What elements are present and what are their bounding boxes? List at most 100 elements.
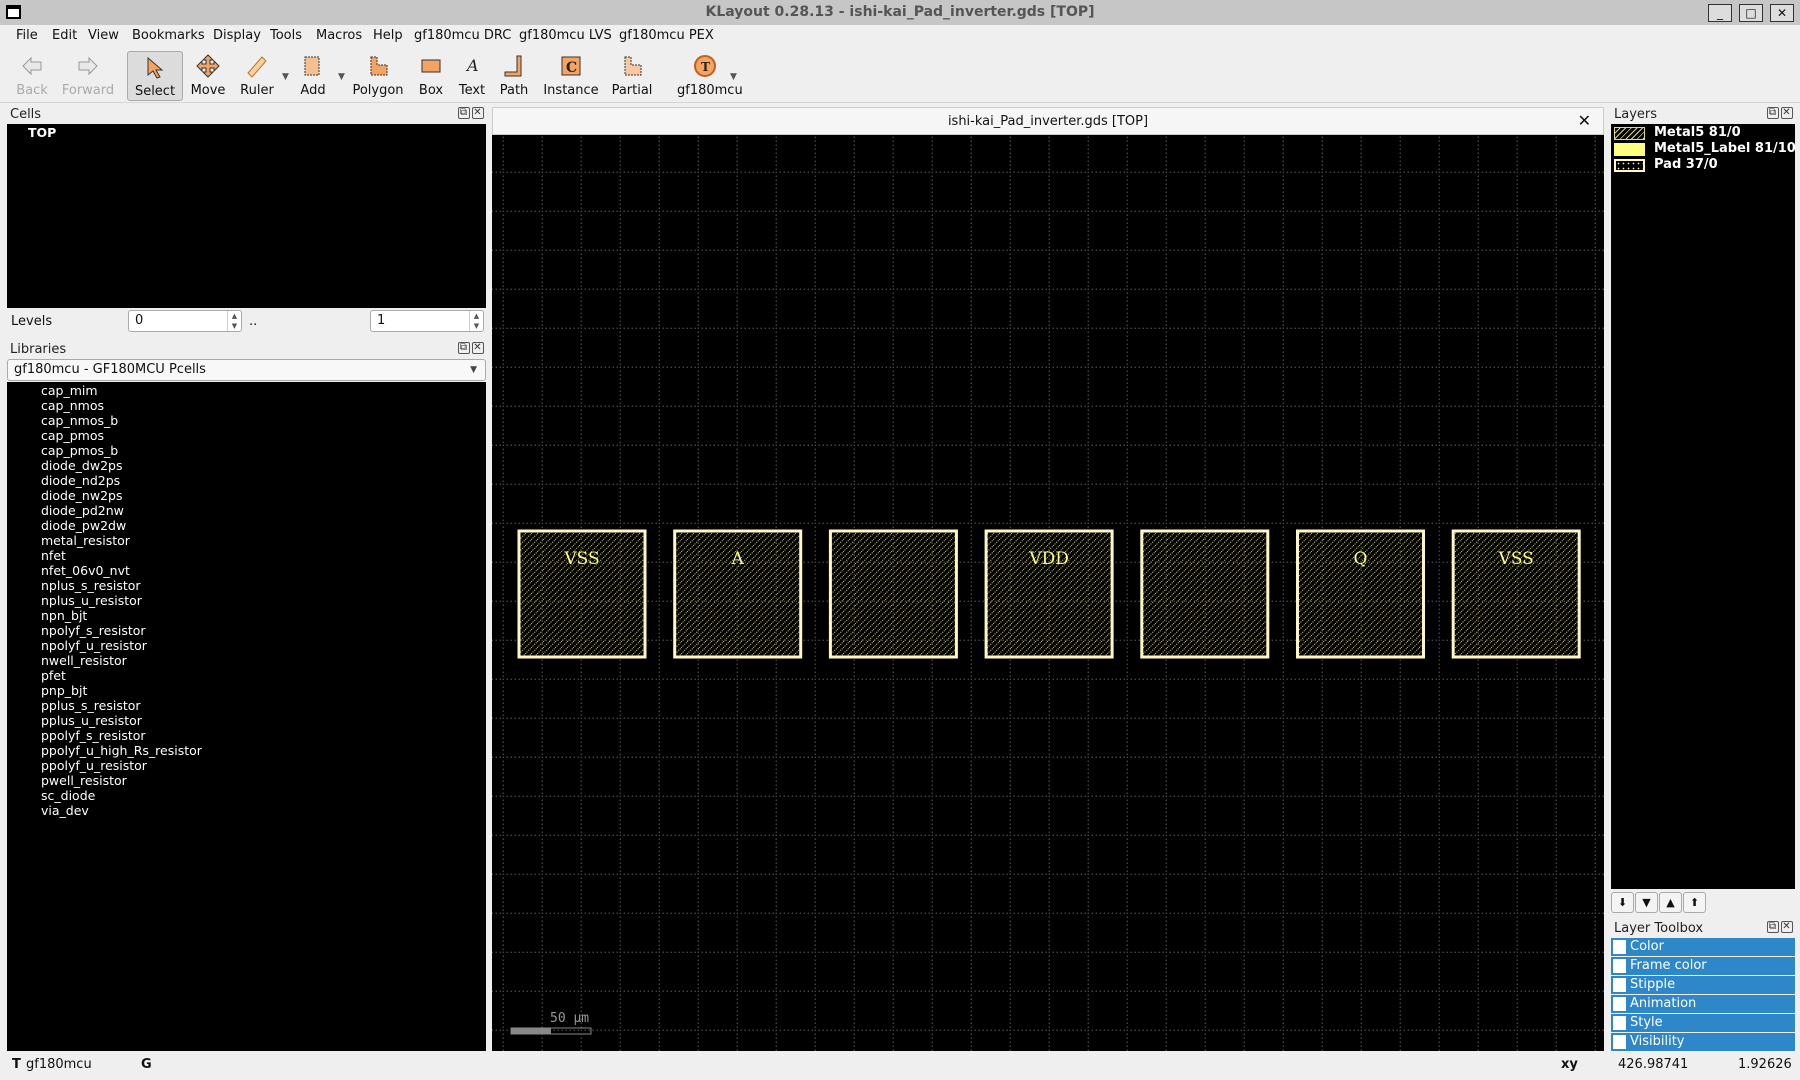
expand-checkbox[interactable]	[1613, 940, 1626, 954]
library-item[interactable]: npn_bjt	[41, 608, 87, 623]
close-icon[interactable]: ✕	[472, 107, 484, 119]
spin-arrows-icon[interactable]: ▲ ▼	[469, 311, 483, 331]
expand-checkbox[interactable]	[1613, 1016, 1626, 1030]
toolbox-visibility[interactable]: Visibility	[1611, 1033, 1795, 1051]
library-item[interactable]: cap_pmos	[41, 428, 104, 443]
library-item[interactable]: diode_nw2ps	[41, 488, 122, 503]
instance-tool-button[interactable]: C Instance	[543, 51, 599, 101]
menu-gf180mcu-lvs[interactable]: gf180mcu LVS	[519, 28, 612, 43]
library-item[interactable]: pplus_s_resistor	[41, 698, 141, 713]
library-item[interactable]: npolyf_s_resistor	[41, 623, 146, 638]
add-tool-button[interactable]: Add	[285, 51, 341, 101]
level-from-spinbox[interactable]: 0 ▲ ▼	[128, 310, 242, 332]
expand-checkbox[interactable]	[1613, 978, 1626, 992]
view-tab[interactable]: ishi-kai_Pad_inverter.gds [TOP] ✕	[492, 107, 1604, 135]
expand-checkbox[interactable]	[1613, 1035, 1626, 1049]
cell-item-top[interactable]: TOP	[28, 125, 56, 140]
menu-edit[interactable]: Edit	[52, 28, 77, 43]
close-icon[interactable]: ✕	[1781, 107, 1793, 119]
pad-a[interactable]: A	[673, 529, 803, 659]
library-item[interactable]: cap_nmos	[41, 398, 104, 413]
menu-gf180mcu-pex[interactable]: gf180mcu PEX	[619, 28, 714, 43]
menu-file[interactable]: File	[16, 28, 38, 43]
library-item[interactable]: cap_mim	[41, 383, 98, 398]
library-item[interactable]: diode_pd2nw	[41, 503, 124, 518]
menu-gf180mcu-drc[interactable]: gf180mcu DRC	[414, 28, 511, 43]
library-item[interactable]: nplus_s_resistor	[41, 578, 141, 593]
library-item[interactable]: npolyf_u_resistor	[41, 638, 147, 653]
library-item[interactable]: cap_nmos_b	[41, 413, 118, 428]
layer-list[interactable]	[1611, 124, 1795, 889]
float-icon[interactable]: ⧉	[458, 107, 470, 119]
pad-vss[interactable]: VSS	[1451, 529, 1581, 659]
library-item[interactable]: diode_dw2ps	[41, 458, 123, 473]
library-item[interactable]: nwell_resistor	[41, 653, 127, 668]
layout-canvas[interactable]: VSS A VDD Q VSS 50 µm	[492, 135, 1604, 1051]
minimize-button[interactable]: _	[1708, 4, 1732, 22]
scale-bar-label: 50 µm	[550, 1011, 590, 1026]
library-item[interactable]: pplus_u_resistor	[41, 713, 142, 728]
toolbox-style[interactable]: Style	[1611, 1014, 1795, 1032]
toolbox-frame-color[interactable]: Frame color	[1611, 957, 1795, 975]
dropdown-arrow-icon[interactable]: ▼	[338, 72, 345, 82]
close-icon[interactable]: ✕	[1781, 921, 1793, 933]
ruler-tool-button[interactable]: Ruler	[229, 51, 285, 101]
path-tool-button[interactable]: Path	[486, 51, 542, 101]
library-item[interactable]: nplus_u_resistor	[41, 593, 142, 608]
move-to-bottom-button[interactable]: ⬇	[1611, 892, 1634, 913]
pad-vdd[interactable]: VDD	[984, 529, 1114, 659]
menu-display[interactable]: Display	[213, 28, 261, 43]
library-item[interactable]: pwell_resistor	[41, 773, 127, 788]
float-icon[interactable]: ⧉	[1767, 107, 1779, 119]
float-icon[interactable]: ⧉	[458, 342, 470, 354]
library-item[interactable]: diode_pw2dw	[41, 518, 126, 533]
menu-bookmarks[interactable]: Bookmarks	[132, 28, 205, 43]
library-item[interactable]: ppolyf_u_resistor	[41, 758, 147, 773]
library-item[interactable]: pnp_bjt	[41, 683, 87, 698]
back-tool-button[interactable]: Back	[4, 51, 60, 101]
maximize-button[interactable]: □	[1739, 4, 1763, 22]
spin-arrows-icon[interactable]: ▲ ▼	[227, 311, 241, 331]
library-item[interactable]: ppolyf_u_high_Rs_resistor	[41, 743, 202, 758]
move-tool-button[interactable]: Move	[180, 51, 236, 101]
toolbox-stipple[interactable]: Stipple	[1611, 976, 1795, 994]
level-to-spinbox[interactable]: 1 ▲ ▼	[370, 310, 484, 332]
close-view-icon[interactable]: ✕	[1578, 111, 1591, 130]
library-item[interactable]: nfet_06v0_nvt	[41, 563, 130, 578]
pad-unlabeled[interactable]	[828, 529, 958, 659]
polygon-tool-button[interactable]: Polygon	[350, 51, 406, 101]
gf180mcu-tool-button[interactable]: Tgf180mcu	[677, 51, 743, 101]
library-item[interactable]: diode_nd2ps	[41, 473, 120, 488]
pad-q[interactable]: Q	[1296, 529, 1425, 659]
library-item[interactable]: sc_diode	[41, 788, 95, 803]
partial-tool-button[interactable]: Partial	[604, 51, 660, 101]
library-item[interactable]: ppolyf_s_resistor	[41, 728, 146, 743]
close-icon[interactable]: ✕	[472, 342, 484, 354]
toolbox-animation[interactable]: Animation	[1611, 995, 1795, 1013]
move-down-button[interactable]: ▼	[1635, 892, 1658, 913]
menu-tools[interactable]: Tools	[270, 28, 302, 43]
pad-unlabeled[interactable]	[1140, 529, 1270, 659]
library-select[interactable]: gf180mcu - GF180MCU Pcells ▼	[7, 359, 486, 381]
select-tool-button[interactable]: Select	[127, 51, 183, 101]
cell-tree[interactable]: TOP	[7, 124, 486, 308]
library-item[interactable]: pfet	[41, 668, 66, 683]
float-icon[interactable]: ⧉	[1767, 921, 1779, 933]
pad-vss[interactable]: VSS	[517, 529, 647, 659]
expand-checkbox[interactable]	[1613, 997, 1626, 1011]
menu-help[interactable]: Help	[373, 28, 403, 43]
dropdown-arrow-icon[interactable]: ▼	[730, 72, 737, 82]
menu-macros[interactable]: Macros	[316, 28, 362, 43]
library-item[interactable]: nfet	[41, 548, 66, 563]
library-item[interactable]: cap_pmos_b	[41, 443, 118, 458]
library-item[interactable]: metal_resistor	[41, 533, 130, 548]
expand-checkbox[interactable]	[1613, 959, 1626, 973]
menu-view[interactable]: View	[88, 28, 119, 43]
close-button[interactable]: ✕	[1770, 4, 1794, 22]
move-to-top-button[interactable]: ⬆	[1683, 892, 1706, 913]
forward-tool-button[interactable]: Forward	[60, 51, 116, 101]
move-up-button[interactable]: ▲	[1659, 892, 1682, 913]
library-item[interactable]: via_dev	[41, 803, 89, 818]
library-cell-list[interactable]: cap_mim cap_nmos cap_nmos_b cap_pmos cap_pmo…	[7, 382, 486, 1051]
toolbox-color[interactable]: Color	[1611, 938, 1795, 956]
